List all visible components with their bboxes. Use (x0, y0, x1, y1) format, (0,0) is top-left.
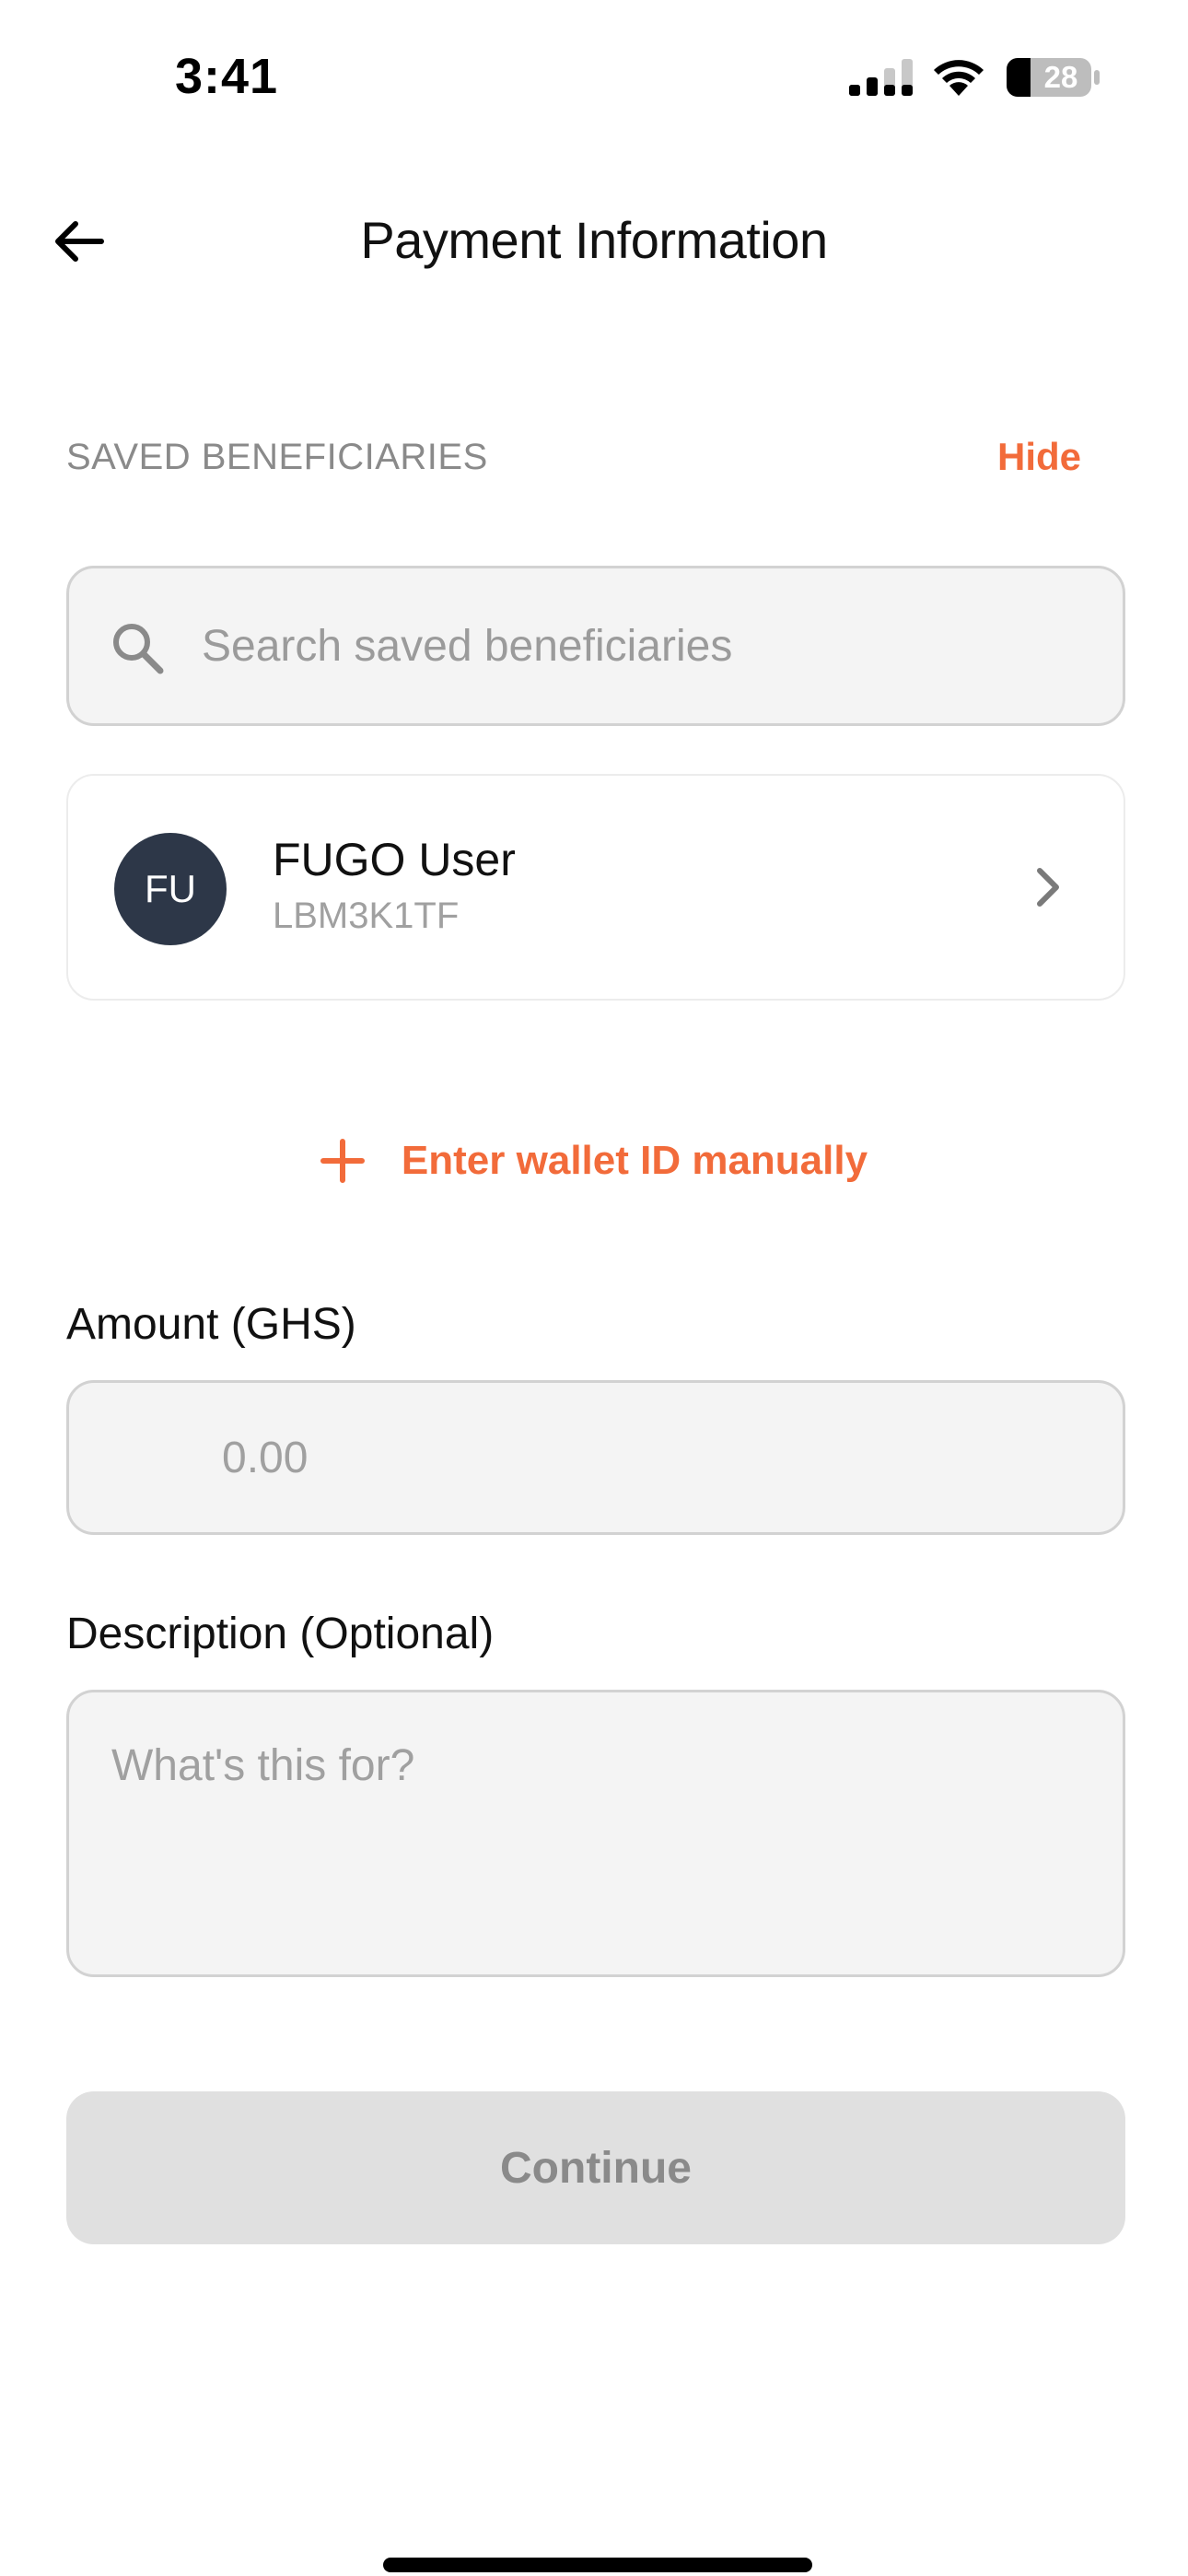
battery-level: 28 (1043, 60, 1078, 94)
amount-field[interactable] (66, 1380, 1125, 1535)
chevron-right-icon (1037, 868, 1059, 907)
avatar: FU (114, 833, 227, 945)
enter-wallet-id-manually-button[interactable]: Enter wallet ID manually (0, 1124, 1188, 1198)
beneficiary-list-item[interactable]: FU FUGO User LBM3K1TF (66, 774, 1125, 1001)
page-title: Payment Information (360, 211, 828, 269)
signal-icon (849, 59, 913, 96)
enter-wallet-id-label: Enter wallet ID manually (401, 1138, 868, 1183)
status-bar: 3:41 28 (0, 0, 1188, 157)
continue-button[interactable]: Continue (66, 2091, 1125, 2244)
beneficiary-wallet-id: LBM3K1TF (273, 896, 460, 936)
search-input[interactable] (202, 568, 1104, 723)
description-label: Description (Optional) (66, 1610, 495, 1658)
description-field[interactable] (66, 1690, 1125, 1977)
saved-beneficiaries-label: SAVED BENEFICIARIES (66, 437, 488, 477)
plus-icon (320, 1139, 365, 1183)
payment-information-screen: 3:41 28 Payment Information SAVED BENEFI… (0, 0, 1188, 2576)
status-time: 3:41 (175, 49, 279, 104)
hide-beneficiaries-button[interactable]: Hide (997, 435, 1081, 479)
amount-input[interactable] (69, 1383, 1123, 1532)
home-indicator[interactable] (383, 2558, 812, 2572)
amount-label: Amount (GHS) (66, 1300, 356, 1349)
beneficiary-name: FUGO User (273, 834, 516, 885)
description-input[interactable] (69, 1692, 1123, 1974)
search-icon (113, 624, 164, 674)
wifi-icon (934, 60, 984, 96)
beneficiary-search-box[interactable] (66, 566, 1125, 726)
